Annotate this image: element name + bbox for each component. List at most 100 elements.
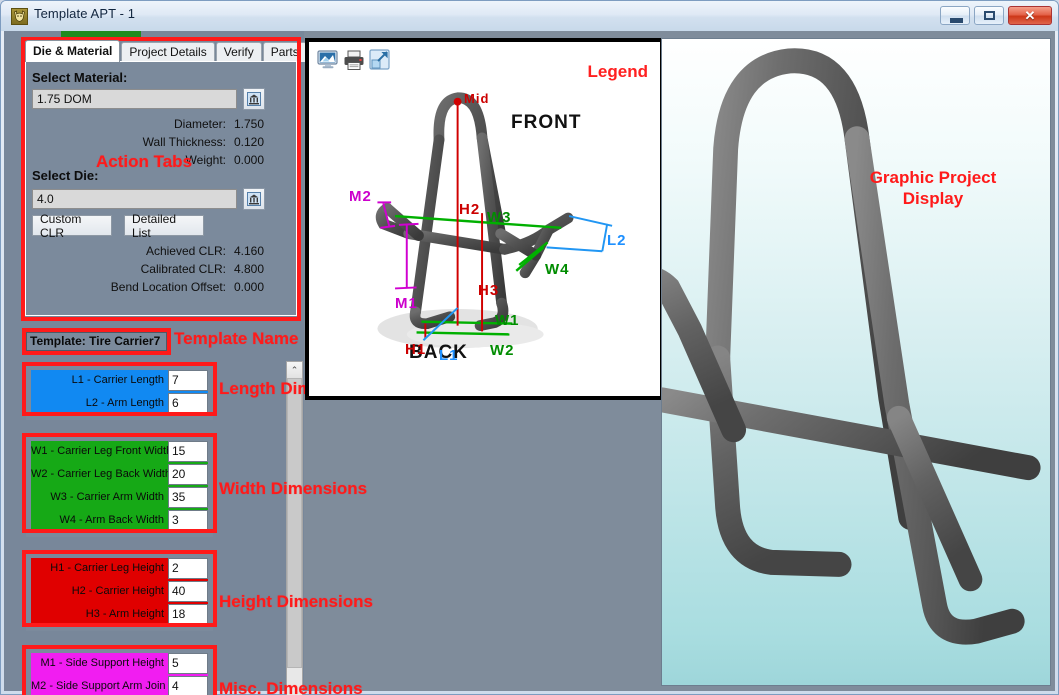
legend-callout-m1: M1 xyxy=(395,295,418,312)
width-w4-label: W4 - Arm Back Width xyxy=(59,514,164,526)
misc-m1-input[interactable] xyxy=(168,653,208,674)
height-h3-input[interactable] xyxy=(168,604,208,625)
calibrated-clr-label: Calibrated CLR: xyxy=(140,262,226,276)
height-dimension-group: H1 - Carrier Leg Height H2 - Carrier Hei… xyxy=(26,552,213,631)
calibrated-clr-value: 4.800 xyxy=(234,262,265,276)
length-dimension-group: L1 - Carrier Length L2 - Arm Length xyxy=(26,364,213,420)
select-die-label: Select Die: xyxy=(32,168,99,183)
misc-m2-input[interactable] xyxy=(168,676,208,695)
close-button[interactable]: ✕ xyxy=(1008,6,1052,25)
bend-location-offset-label: Bend Location Offset: xyxy=(110,280,226,294)
bull-head-icon xyxy=(11,8,28,25)
select-material-label: Select Material: xyxy=(32,70,128,85)
maximize-button[interactable] xyxy=(974,6,1004,25)
legend-callout-h2: H2 xyxy=(459,201,481,218)
dimension-row: H3 - Arm Height xyxy=(31,604,208,625)
dimension-row: W1 - Carrier Leg Front Width xyxy=(31,441,208,462)
length-l1-label: L1 - Carrier Length xyxy=(71,374,164,386)
detailed-list-button[interactable]: Detailed List xyxy=(124,212,204,240)
legend-callout-l2: L2 xyxy=(607,232,627,249)
diameter-label: Diameter: xyxy=(173,117,226,131)
width-w3-label: W3 - Carrier Arm Width xyxy=(50,491,164,503)
legend-callout-h3: H3 xyxy=(478,282,500,299)
annotation-action-tabs: Action Tabs xyxy=(96,152,193,171)
width-w2-label: W2 - Carrier Leg Back Width xyxy=(31,468,168,480)
library-icon xyxy=(247,92,261,106)
height-h2-label: H2 - Carrier Height xyxy=(71,585,164,597)
window-controls: ✕ xyxy=(940,6,1052,25)
tab-project-details[interactable]: Project Details xyxy=(121,42,215,62)
scrollbar-thumb[interactable] xyxy=(287,378,302,668)
dimension-row: M2 - Side Support Arm Join xyxy=(31,676,208,695)
length-l2-input[interactable] xyxy=(168,393,208,414)
width-w1-label: W1 - Carrier Leg Front Width xyxy=(31,445,168,457)
height-h2-input[interactable] xyxy=(168,581,208,602)
annotation-height-dimensions: Height Dimensions xyxy=(219,592,373,611)
library-icon xyxy=(247,192,261,206)
left-pane-scrollbar[interactable]: ⌃ ⌄ xyxy=(286,361,303,695)
height-h3-label: H3 - Arm Height xyxy=(85,608,164,620)
status-green-bar xyxy=(61,31,141,37)
dimension-row: L1 - Carrier Length xyxy=(31,370,208,391)
material-select[interactable]: 1.75 DOM xyxy=(32,89,237,109)
template-name-field[interactable]: Template: Tire Carrier7 xyxy=(26,332,167,351)
diameter-value: 1.750 xyxy=(234,117,265,131)
legend-callout-mid: Mid xyxy=(464,91,490,106)
dimension-row: W4 - Arm Back Width xyxy=(31,510,208,531)
gpd-line-2: Display xyxy=(902,189,964,208)
length-l1-input[interactable] xyxy=(168,370,208,391)
legend-callout-w2: W2 xyxy=(490,342,515,359)
width-dimension-group: W1 - Carrier Leg Front Width W2 - Carrie… xyxy=(26,435,213,537)
die-material-panel: Select Material: 1.75 DOM Diameter: 1.75… xyxy=(25,61,297,316)
close-icon: ✕ xyxy=(1024,7,1036,23)
wall-thickness-value: 0.120 xyxy=(234,135,265,149)
graphic-project-display[interactable]: Graphic Project Display xyxy=(661,38,1051,686)
weight-value: 0.000 xyxy=(234,153,265,167)
scroll-up-arrow-icon[interactable]: ⌃ xyxy=(287,362,302,378)
legend-callout-w3: W3 xyxy=(487,209,512,226)
minimize-icon xyxy=(950,18,963,23)
wall-thickness-label: Wall Thickness: xyxy=(142,135,226,149)
misc-m2-label: M2 - Side Support Arm Join xyxy=(31,680,166,692)
achieved-clr-value: 4.160 xyxy=(234,244,265,258)
width-w2-input[interactable] xyxy=(168,464,208,485)
title-bar[interactable]: Template APT - 1 ✕ xyxy=(1,1,1058,31)
width-w4-input[interactable] xyxy=(168,510,208,531)
annotation-width-dimensions: Width Dimensions xyxy=(219,479,368,498)
bend-location-offset-value: 0.000 xyxy=(234,280,265,294)
dimension-row: H1 - Carrier Leg Height xyxy=(31,558,208,579)
custom-clr-button[interactable]: Custom CLR xyxy=(32,212,112,240)
tab-verify[interactable]: Verify xyxy=(215,42,262,62)
dimension-row: H2 - Carrier Height xyxy=(31,581,208,602)
window-title: Template APT - 1 xyxy=(34,6,136,21)
misc-dimension-group: M1 - Side Support Height M2 - Side Suppo… xyxy=(26,647,213,695)
tab-die-material[interactable]: Die & Material xyxy=(25,40,121,62)
left-pane: Die & Material Project Details Verify Pa… xyxy=(4,31,377,695)
dimension-row: W2 - Carrier Leg Back Width xyxy=(31,464,208,485)
legend-label-front: FRONT xyxy=(511,112,582,133)
dimension-row: W3 - Carrier Arm Width xyxy=(31,487,208,508)
achieved-clr-label: Achieved CLR: xyxy=(145,244,226,258)
legend-panel: Legend FRONT BACK Mid M2 M1 W3 W4 W1 W2 … xyxy=(305,38,664,400)
legend-callout-m2: M2 xyxy=(349,188,372,205)
width-w1-input[interactable] xyxy=(168,441,208,462)
legend-callout-l1: L1 xyxy=(439,347,459,364)
client-area: Die & Material Project Details Verify Pa… xyxy=(4,31,1055,695)
tab-parts[interactable]: Parts xyxy=(262,42,307,62)
height-h1-input[interactable] xyxy=(168,558,208,579)
maximize-icon xyxy=(984,11,995,20)
die-select[interactable]: 4.0 xyxy=(32,189,237,209)
minimize-button[interactable] xyxy=(940,6,970,25)
dimension-row: L2 - Arm Length xyxy=(31,393,208,414)
misc-m1-label: M1 - Side Support Height xyxy=(40,657,164,669)
annotation-misc-dimensions: Misc. Dimensions xyxy=(219,679,363,695)
width-w3-input[interactable] xyxy=(168,487,208,508)
annotation-graphic-project-display: Graphic Project Display xyxy=(848,167,1018,209)
annotation-template-name: Template Name xyxy=(174,329,299,348)
project-3d-model xyxy=(662,48,1041,645)
legend-callout-w4: W4 xyxy=(545,261,570,278)
die-library-button[interactable] xyxy=(243,188,265,210)
material-library-button[interactable] xyxy=(243,88,265,110)
legend-callout-w1: W1 xyxy=(495,312,520,329)
action-tabs: Die & Material Project Details Verify Pa… xyxy=(25,40,307,62)
